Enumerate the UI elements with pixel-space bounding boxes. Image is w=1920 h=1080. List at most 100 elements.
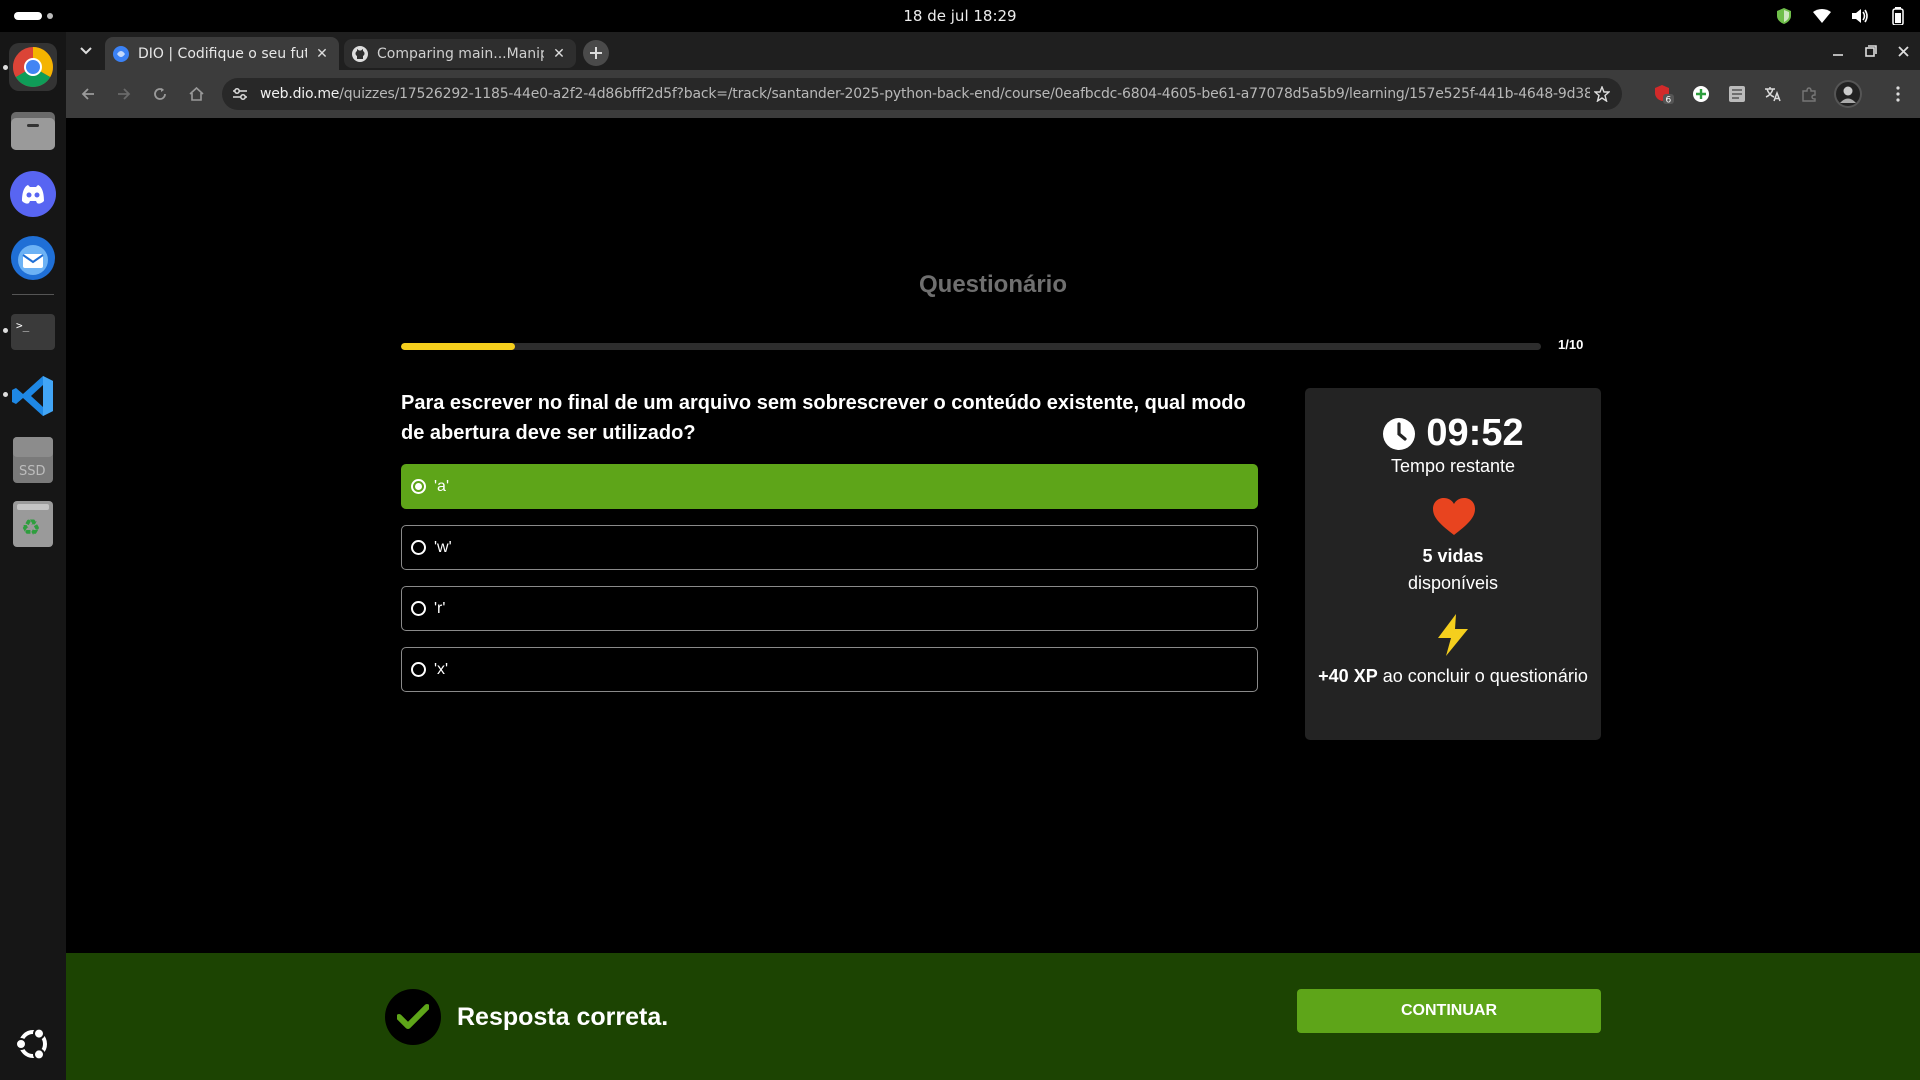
browser-toolbar: web.dio.me/quizzes/17526292-1185-44e0-a2… <box>66 70 1920 118</box>
back-button[interactable] <box>76 82 100 106</box>
terminal-icon: >_ <box>11 314 55 350</box>
trash-launcher[interactable]: ♻ <box>9 500 57 548</box>
home-button[interactable] <box>184 82 208 106</box>
discord-launcher[interactable] <box>9 170 57 218</box>
profile-button[interactable] <box>1834 80 1862 108</box>
feedback-message: Resposta correta. <box>457 1003 669 1031</box>
chrome-icon <box>13 47 53 87</box>
extension-ublock[interactable]: 6 <box>1652 82 1676 106</box>
close-tab-icon[interactable]: ✕ <box>313 45 331 63</box>
close-tab-icon[interactable]: ✕ <box>550 45 568 63</box>
close-window-button[interactable] <box>1887 32 1920 70</box>
activities-button[interactable] <box>14 12 53 20</box>
radio-icon <box>411 601 426 616</box>
system-tray[interactable] <box>1774 6 1908 26</box>
show-apps-button[interactable] <box>9 1020 57 1068</box>
dock: >_ SSD ♻ <box>0 32 66 1080</box>
heart-icon <box>1433 498 1475 535</box>
battery-icon[interactable] <box>1888 6 1908 26</box>
site-settings-button[interactable] <box>226 80 254 108</box>
svg-text:SSD: SSD <box>19 464 46 479</box>
clock-icon <box>1383 417 1416 450</box>
system-clock[interactable]: 18 de jul 18:29 <box>0 7 1920 25</box>
discord-icon <box>10 171 56 217</box>
forward-button[interactable] <box>112 82 136 106</box>
extension-translate[interactable] <box>1761 82 1785 106</box>
terminal-launcher[interactable]: >_ <box>9 308 57 356</box>
quiz-status-card: 09:52 Tempo restante 5 vidas disponíveis… <box>1305 388 1601 740</box>
tab-title: DIO | Codifique o seu fut <box>138 45 307 62</box>
translate-icon <box>1765 87 1781 102</box>
minimize-button[interactable] <box>1821 32 1854 70</box>
ubuntu-logo-icon <box>15 1027 47 1061</box>
dio-favicon-icon <box>113 45 129 62</box>
vscode-icon <box>12 376 53 416</box>
continue-button[interactable]: CONTINUAR <box>1297 989 1601 1033</box>
radio-icon <box>411 662 426 677</box>
answer-option-w[interactable]: 'w' <box>401 525 1258 570</box>
github-favicon-icon <box>352 45 368 62</box>
minimize-icon <box>1832 54 1843 56</box>
window-controls <box>1821 32 1920 70</box>
arrow-right-icon <box>118 88 131 100</box>
running-indicator <box>3 392 8 397</box>
success-badge <box>385 989 441 1045</box>
puzzle-icon <box>1802 87 1816 102</box>
lives-count: 5 vidas <box>1422 546 1484 566</box>
page-title: Questionário <box>918 271 1068 298</box>
lives-label: disponíveis <box>1407 573 1499 593</box>
progress-counter: 1/10 <box>1558 337 1584 352</box>
reload-button[interactable] <box>148 82 172 106</box>
running-indicator <box>3 65 8 70</box>
restore-button[interactable] <box>1854 32 1887 70</box>
url-path: /quizzes/17526292-1185-44e0-a2f2-4d86bff… <box>339 86 1590 102</box>
timer-value: 09:52 <box>1426 412 1524 454</box>
answer-option-r[interactable]: 'r' <box>401 586 1258 631</box>
shield-icon[interactable] <box>1774 6 1794 26</box>
thunderbird-launcher[interactable] <box>9 234 57 282</box>
running-indicator <box>3 328 8 333</box>
plus-icon <box>590 47 602 59</box>
answer-option-x[interactable]: 'x' <box>401 647 1258 692</box>
files-launcher[interactable] <box>9 106 57 154</box>
progress-bar-fill <box>401 343 515 350</box>
new-tab-button[interactable] <box>583 40 609 66</box>
chrome-launcher[interactable] <box>9 43 57 91</box>
answer-option-a[interactable]: 'a' <box>401 464 1258 509</box>
tab-github-compare[interactable]: Comparing main...Manip ✕ <box>344 39 576 68</box>
system-top-bar: 18 de jul 18:29 <box>0 0 1920 32</box>
ublock-icon: 6 <box>1655 85 1674 105</box>
address-bar[interactable]: web.dio.me/quizzes/17526292-1185-44e0-a2… <box>222 78 1622 110</box>
ssd-drive-launcher[interactable]: SSD <box>9 436 57 484</box>
answer-feedback-bar: Resposta correta. CONTINUAR <box>66 953 1920 1080</box>
wifi-icon[interactable] <box>1812 6 1832 26</box>
progress-bar <box>401 343 1541 350</box>
workspace-indicator-active <box>14 12 42 20</box>
plus-circle-icon <box>1693 86 1709 102</box>
answer-label: 'w' <box>434 538 452 556</box>
xp-amount: +40 XP <box>1318 666 1378 686</box>
extension-add[interactable] <box>1689 82 1713 106</box>
question-text: Para escrever no final de um arquivo sem… <box>401 392 1246 444</box>
url-text[interactable]: web.dio.me/quizzes/17526292-1185-44e0-a2… <box>260 86 1590 102</box>
extensions-menu-button[interactable] <box>1797 82 1821 106</box>
tab-search-button[interactable] <box>76 41 96 61</box>
quiz-page: Questionário 1/10 Para escrever no final… <box>66 118 1920 1080</box>
browser-menu-button[interactable] <box>1886 82 1910 106</box>
folder-icon <box>11 112 55 150</box>
timer-label: Tempo restante <box>1390 456 1516 476</box>
reader-icon <box>1729 86 1745 102</box>
restore-icon <box>1864 45 1877 57</box>
star-icon <box>1594 86 1610 102</box>
tab-dio[interactable]: DIO | Codifique o seu fut ✕ <box>105 37 339 70</box>
bookmark-button[interactable] <box>1590 82 1614 106</box>
recycle-bin-icon: ♻ <box>13 501 53 547</box>
svg-text:>_: >_ <box>16 319 30 332</box>
vscode-launcher[interactable] <box>9 372 57 420</box>
answer-label: 'a' <box>434 477 450 495</box>
volume-icon[interactable] <box>1850 6 1870 26</box>
browser-tab-bar: DIO | Codifique o seu fut ✕ Comparing ma… <box>66 32 1920 70</box>
extension-reader[interactable] <box>1725 82 1749 106</box>
chevron-down-icon <box>80 47 92 55</box>
reload-icon <box>154 88 166 100</box>
